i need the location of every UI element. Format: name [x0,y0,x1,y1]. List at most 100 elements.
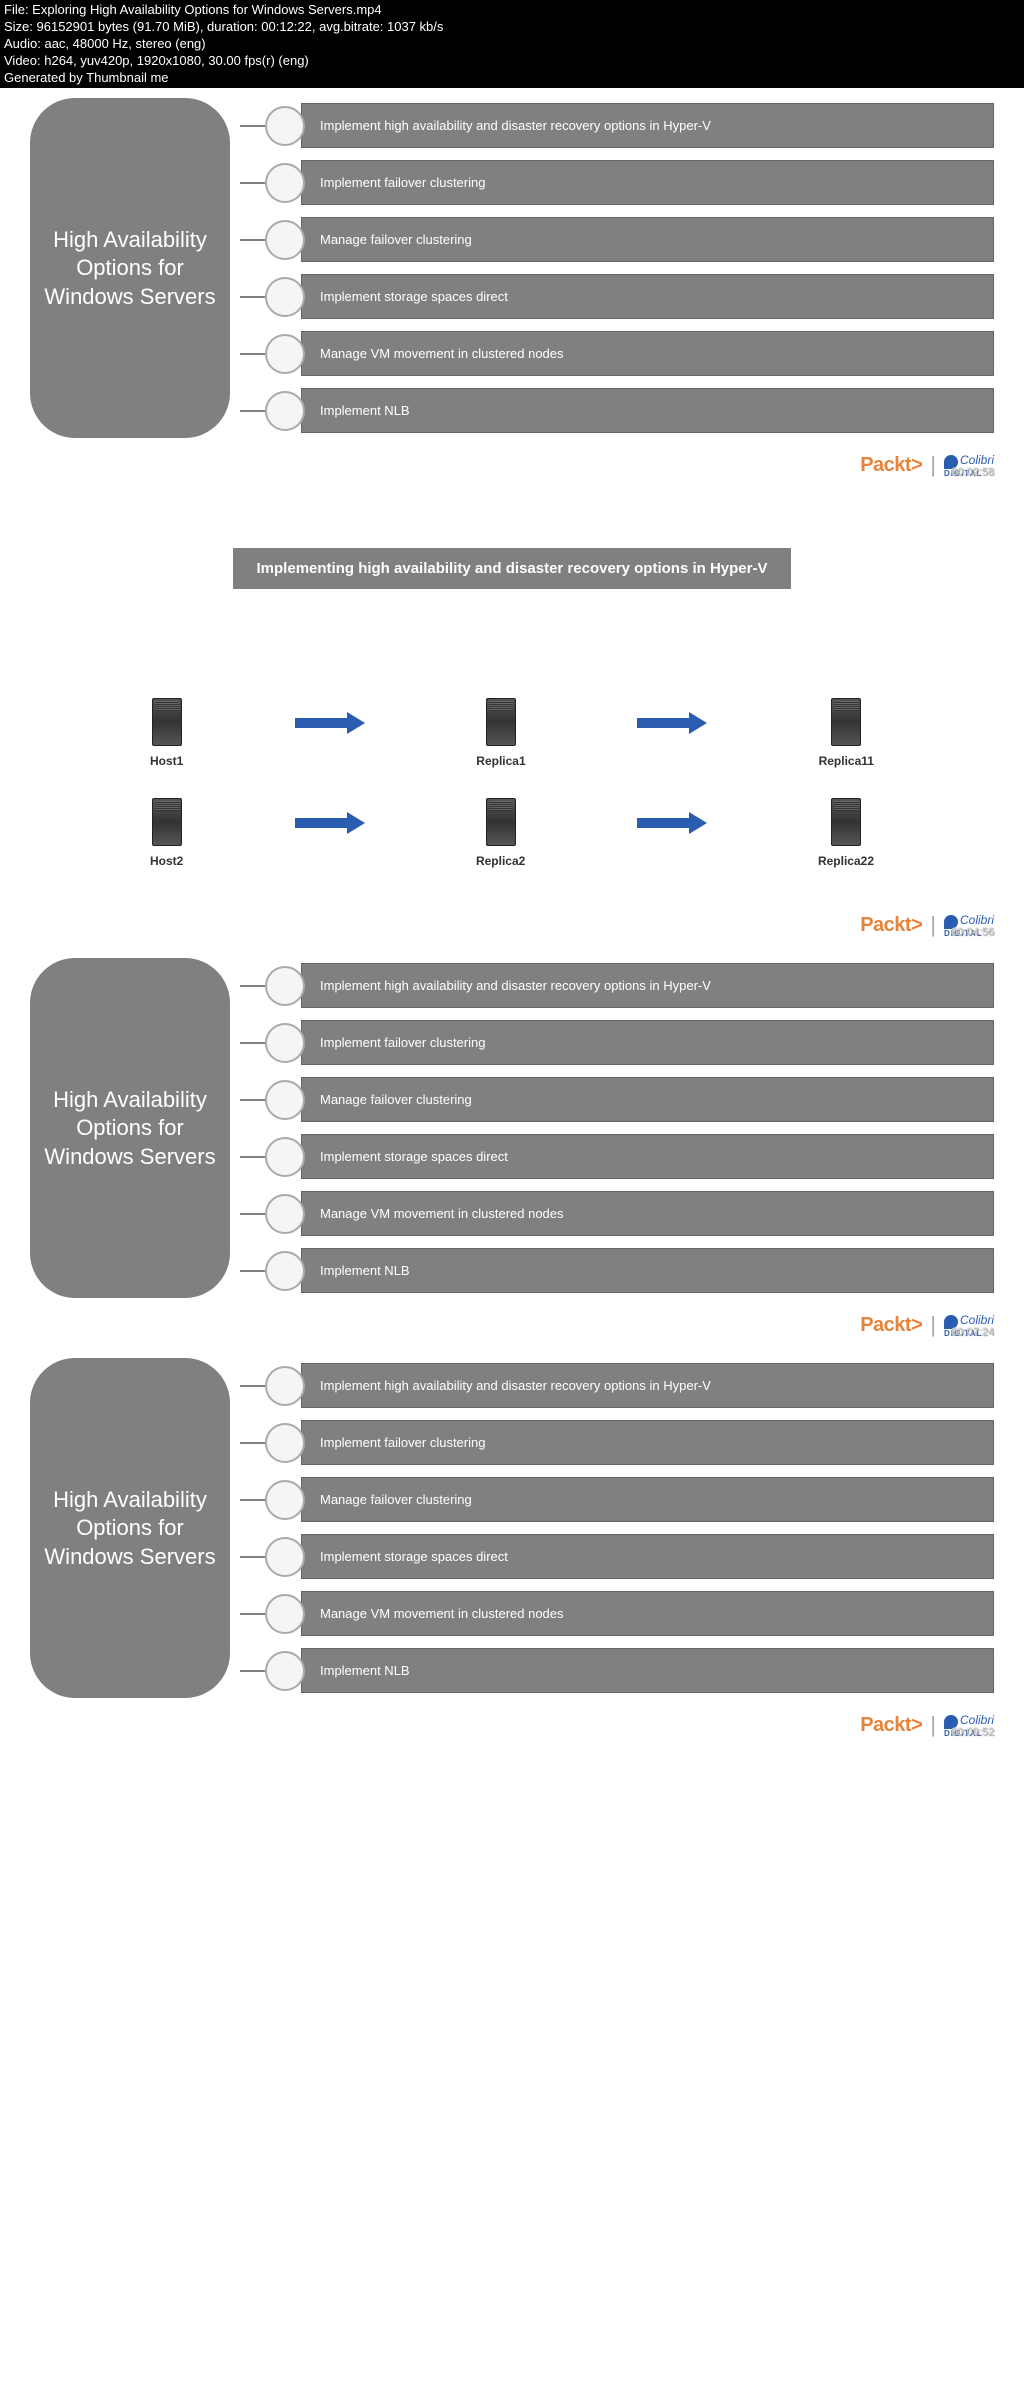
connector-line [240,1670,265,1672]
server-icon [831,798,861,846]
item-label: Implement storage spaces direct [301,274,994,319]
topic-item: Implement high availability and disaster… [240,963,994,1008]
connector-line [240,353,265,355]
topic-item: Manage failover clustering [240,217,994,262]
topic-item: Manage failover clustering [240,1477,994,1522]
bullet-circle-icon [265,1137,305,1177]
bullet-circle-icon [265,1537,305,1577]
audio-line: Audio: aac, 48000 Hz, stereo (eng) [4,36,1020,53]
item-label: Implement storage spaces direct [301,1534,994,1579]
bullet-circle-icon [265,1080,305,1120]
item-label: Implement NLB [301,388,994,433]
connector-line [240,1213,265,1215]
replica-node: Replica2 [476,798,525,868]
node-label: Host1 [150,754,183,768]
packt-logo: Packt> [860,454,922,477]
item-label: Manage VM movement in clustered nodes [301,1591,994,1636]
bullet-circle-icon [265,1251,305,1291]
node-label: Replica11 [819,754,874,768]
connector-line [240,985,265,987]
timestamp: 00:07:24 [951,1326,994,1338]
connector-line [240,296,265,298]
arrow-icon [637,716,707,730]
connector-line [240,1270,265,1272]
connector-line [240,1042,265,1044]
server-icon [486,798,516,846]
topic-item: Implement high availability and disaster… [240,1363,994,1408]
item-label: Manage VM movement in clustered nodes [301,1191,994,1236]
topic-item: Implement storage spaces direct [240,274,994,319]
packt-logo: Packt> [860,1714,922,1737]
arrow-icon [295,716,365,730]
item-label: Manage failover clustering [301,217,994,262]
main-topic-box: High Availability Options for Windows Se… [30,1358,230,1698]
timestamp: 00:09:52 [951,1726,994,1738]
metadata-header: File: Exploring High Availability Option… [0,0,1024,88]
replica-node: Replica11 [819,698,874,768]
separator: | [930,1312,936,1338]
size-line: Size: 96152901 bytes (91.70 MiB), durati… [4,19,1020,36]
replica-node: Replica22 [818,798,874,868]
thumbnail-5: High Availability Options for Windows Se… [0,1348,1024,1748]
bullet-circle-icon [265,1366,305,1406]
topic-item: Implement storage spaces direct [240,1534,994,1579]
main-topic-box: High Availability Options for Windows Se… [30,98,230,438]
item-label: Implement failover clustering [301,1420,994,1465]
separator: | [930,1712,936,1738]
node-label: Replica1 [476,754,525,768]
connector-line [240,1613,265,1615]
file-line: File: Exploring High Availability Option… [4,2,1020,19]
node-label: Replica2 [476,854,525,868]
item-label: Implement high availability and disaster… [301,103,994,148]
item-label: Implement high availability and disaster… [301,963,994,1008]
arrow-icon [637,816,707,830]
timestamp: 00:02:58 [951,466,994,478]
replica-node: Replica1 [476,698,525,768]
host-node: Host2 [150,798,183,868]
timestamp: 00:04:56 [951,926,994,938]
connector-line [240,1385,265,1387]
item-label: Implement NLB [301,1648,994,1693]
arrow-icon [295,816,365,830]
replica-row: Host2 Replica2 Replica22 [150,798,874,868]
replica-diagram: Host1 Replica1 Replica11 Host2 Replica2 … [30,688,994,878]
topic-items: Implement high availability and disaster… [240,98,994,433]
bullet-circle-icon [265,1423,305,1463]
server-icon [152,698,182,746]
topic-item: Manage VM movement in clustered nodes [240,331,994,376]
topic-items: Implement high availability and disaster… [240,1358,994,1693]
thumbnail-3: Host1 Replica1 Replica11 Host2 Replica2 … [0,648,1024,948]
item-label: Manage VM movement in clustered nodes [301,331,994,376]
server-icon [831,698,861,746]
thumbnail-2: Implementing high availability and disas… [0,488,1024,648]
node-label: Host2 [150,854,183,868]
item-label: Manage failover clustering [301,1477,994,1522]
bullet-circle-icon [265,391,305,431]
connector-line [240,182,265,184]
topic-items: Implement high availability and disaster… [240,958,994,1293]
main-topic-box: High Availability Options for Windows Se… [30,958,230,1298]
video-line: Video: h264, yuv420p, 1920x1080, 30.00 f… [4,53,1020,70]
bullet-circle-icon [265,1480,305,1520]
topic-item: Implement NLB [240,388,994,433]
item-label: Implement failover clustering [301,160,994,205]
section-title: Implementing high availability and disas… [233,548,792,589]
topic-item: Implement NLB [240,1248,994,1293]
server-icon [152,798,182,846]
topic-item: Implement NLB [240,1648,994,1693]
bullet-circle-icon [265,163,305,203]
node-label: Replica22 [818,854,874,868]
bullet-circle-icon [265,334,305,374]
topic-item: Manage VM movement in clustered nodes [240,1591,994,1636]
bullet-circle-icon [265,1651,305,1691]
topic-item: Implement high availability and disaster… [240,103,994,148]
server-icon [486,698,516,746]
topic-item: Implement storage spaces direct [240,1134,994,1179]
bullet-circle-icon [265,1194,305,1234]
connector-line [240,1556,265,1558]
connector-line [240,1499,265,1501]
bullet-circle-icon [265,277,305,317]
topic-item: Manage failover clustering [240,1077,994,1122]
topic-item: Implement failover clustering [240,160,994,205]
item-label: Implement storage spaces direct [301,1134,994,1179]
